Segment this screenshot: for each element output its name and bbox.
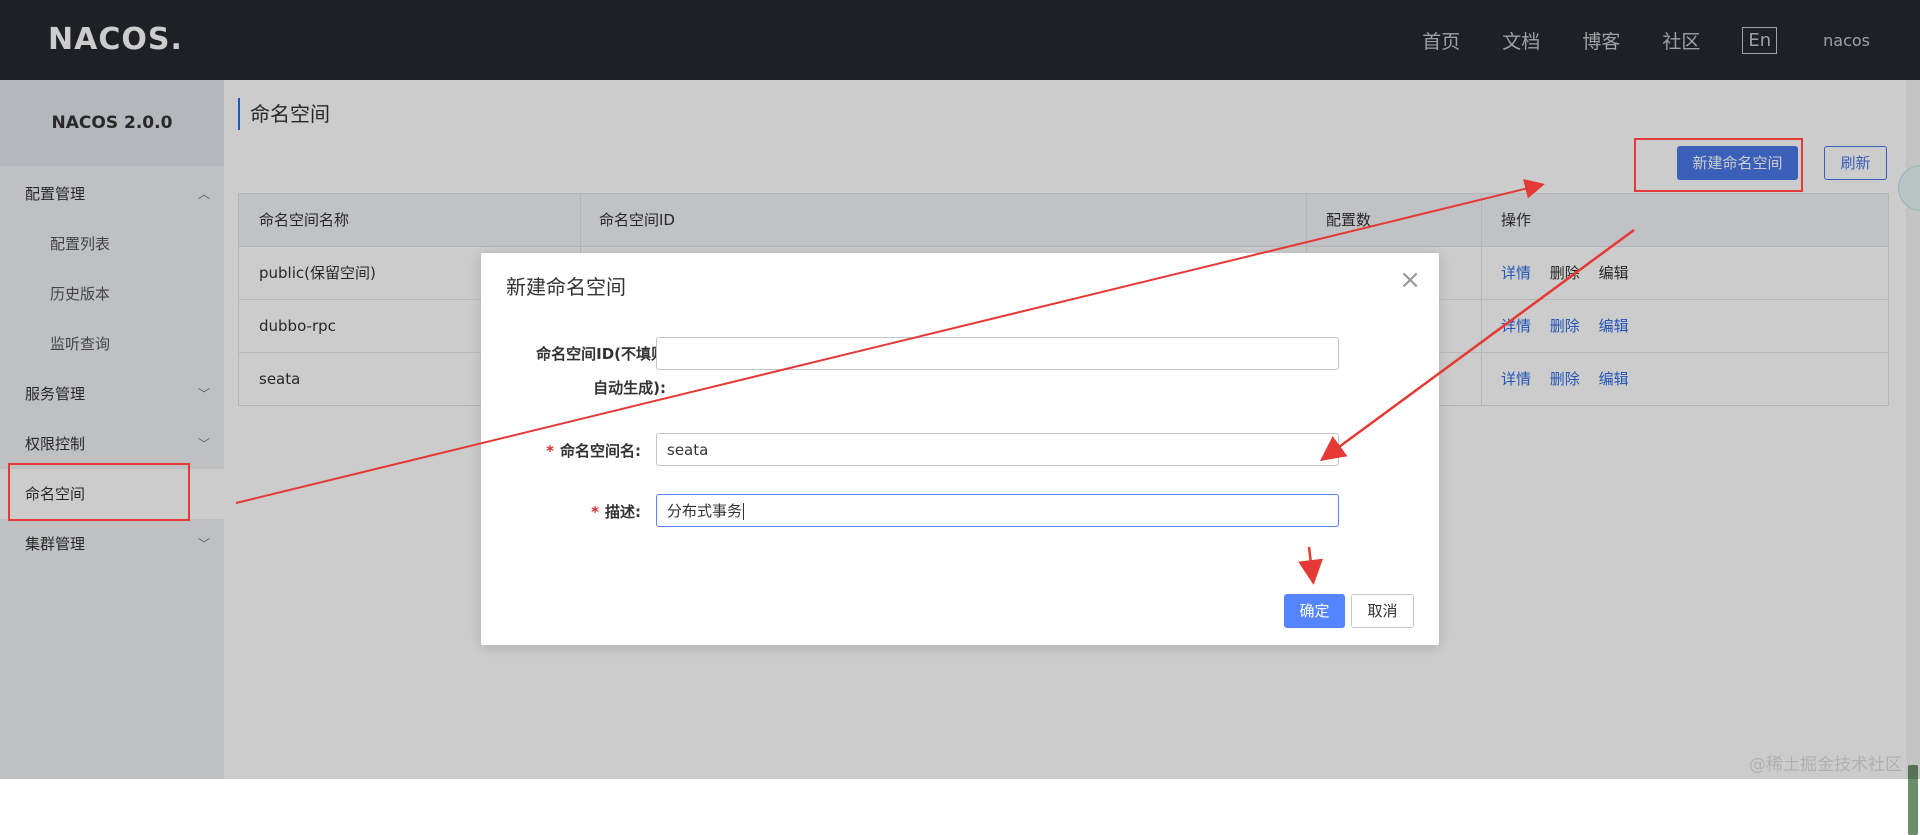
annotation-arrows (235, 179, 1635, 585)
arrow-button-to-field (1319, 228, 1635, 461)
watermark: @稀土掘金技术社区 (1749, 755, 1902, 775)
arrow-sidebar-to-button (235, 179, 1545, 504)
arrow-to-confirm (1298, 546, 1324, 585)
